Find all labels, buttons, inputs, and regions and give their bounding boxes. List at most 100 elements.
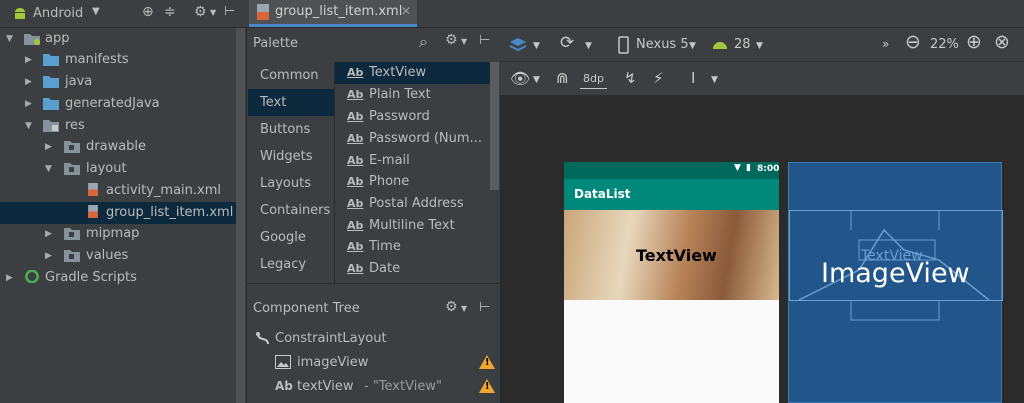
palette-widget-password[interactable]: Ab Password [335, 106, 490, 128]
autoconnect-icon[interactable]: ⋒ [556, 69, 569, 87]
zoom-in-icon[interactable]: ⊕ [966, 33, 982, 52]
tree-item-res[interactable]: ▼ res [0, 115, 240, 137]
palette-category-common[interactable]: Common [248, 62, 334, 89]
palette-widget-plain-text[interactable]: Ab Plain Text [335, 84, 490, 106]
tree-node-textview[interactable]: Ab textView - "TextView" ! [247, 376, 499, 398]
palette-widget-password-numeric[interactable]: Ab Password (Num... [335, 128, 490, 150]
tree-item-java[interactable]: ▶ java [0, 71, 240, 93]
tab-group-list-item[interactable]: group_list_item.xml ✕ [249, 0, 417, 27]
text-widget-icon: Ab [347, 240, 364, 253]
android-icon [15, 8, 25, 19]
tree-item-gradle-scripts[interactable]: ▶ Gradle Scripts [0, 267, 240, 289]
tree-item-mipmap[interactable]: ▶ mipmap [0, 223, 240, 245]
palette-category-text[interactable]: Text [248, 89, 334, 116]
palette-category-google[interactable]: Google [248, 224, 334, 251]
gear-icon[interactable]: ⚙ [445, 299, 458, 315]
chevron-down-icon[interactable]: ▼ [461, 37, 467, 46]
device-selector[interactable]: Nexus 5 [636, 36, 689, 54]
palette-widget-date[interactable]: Ab Date [335, 258, 490, 280]
chevron-right-icon[interactable]: ▶ [6, 267, 13, 289]
orientation-icon[interactable]: ⟳ [560, 34, 574, 52]
hide-panel-icon[interactable]: ⊢ [479, 300, 490, 315]
chevron-down-icon[interactable]: ▼ [533, 71, 540, 89]
target-icon[interactable]: ⊕ [142, 4, 154, 20]
palette-category-buttons[interactable]: Buttons [248, 116, 334, 143]
chevron-down-icon[interactable]: ▼ [210, 8, 216, 17]
tree-item-activity-main[interactable]: activity_main.xml [0, 180, 240, 202]
palette-widget-email[interactable]: Ab E-mail [335, 150, 490, 172]
xml-layout-icon [257, 4, 269, 20]
palette-widget-multiline-text[interactable]: Ab Multiline Text [335, 215, 490, 237]
text-widget-icon: Ab [347, 219, 364, 232]
image-view[interactable]: TextView [564, 210, 779, 300]
text-widget-icon: Ab [347, 132, 364, 145]
blueprint-imageview-label[interactable]: ImageView [821, 258, 970, 289]
chevron-down-icon[interactable]: ▼ [92, 6, 100, 17]
chevron-down-icon[interactable]: ▼ [756, 37, 763, 55]
chevron-right-icon[interactable]: ▶ [25, 49, 32, 71]
hide-panel-icon[interactable]: ⊢ [224, 4, 235, 19]
chevron-right-icon[interactable]: ▶ [45, 245, 52, 267]
tree-item-app[interactable]: ▼ app [0, 28, 240, 50]
warning-icon[interactable]: ! [479, 355, 495, 369]
palette-widget-time[interactable]: Ab Time [335, 236, 490, 258]
tree-item-generatedjava[interactable]: ▶ generatedJava [0, 93, 240, 115]
palette-widget-phone[interactable]: Ab Phone [335, 171, 490, 193]
tree-node-imageview[interactable]: imageView ! [247, 352, 499, 374]
constraint-toolbar: 👁 ▼ ⋒ 8dp ↯ ⚡ I ▼ [500, 62, 1024, 96]
palette-widget-textview[interactable]: Ab TextView [335, 62, 490, 84]
zoom-fit-icon[interactable]: ⊗ [994, 33, 1010, 52]
layers-icon[interactable] [509, 36, 527, 54]
project-view-selector[interactable]: Android [33, 6, 83, 21]
tree-item-drawable[interactable]: ▶ drawable [0, 136, 240, 158]
eye-icon[interactable]: 👁 [510, 70, 530, 88]
android-api-icon[interactable] [712, 38, 728, 50]
tree-node-constraintlayout[interactable]: ConstraintLayout [247, 328, 499, 350]
project-scrollbar[interactable] [236, 28, 245, 403]
palette-category-widgets[interactable]: Widgets [248, 143, 334, 170]
palette-scrollbar[interactable] [490, 62, 499, 190]
chevron-right-icon[interactable]: ▶ [25, 93, 32, 115]
chevron-right-icon[interactable]: ▶ [25, 71, 32, 93]
device-phone-icon[interactable] [618, 36, 629, 54]
gear-icon[interactable]: ⚙ [445, 32, 458, 48]
chevron-right-icon[interactable]: ▶ [45, 223, 52, 245]
more-actions-icon[interactable]: » [882, 35, 889, 53]
editor-tab-bar: group_list_item.xml ✕ [246, 0, 1024, 28]
warning-icon[interactable]: ! [479, 379, 495, 393]
blueprint-surface[interactable]: TextView ImageView [788, 162, 1003, 403]
api-level-selector[interactable]: 28 [734, 36, 751, 54]
chevron-down-icon[interactable]: ▼ [585, 37, 592, 55]
chevron-down-icon[interactable]: ▼ [689, 37, 696, 55]
zoom-out-icon[interactable]: ⊖ [905, 33, 921, 52]
chevron-down-icon[interactable]: ▼ [711, 71, 718, 89]
collapse-all-icon[interactable]: ≑ [164, 4, 176, 20]
clear-constraints-icon[interactable]: ↯ [624, 69, 637, 87]
default-margin-field[interactable]: 8dp [580, 70, 607, 89]
palette-category-containers[interactable]: Containers [248, 197, 334, 224]
chevron-down-icon[interactable]: ▼ [533, 37, 540, 55]
infer-constraints-icon[interactable]: ⚡ [653, 69, 664, 87]
tree-item-layout[interactable]: ▼ layout [0, 158, 240, 180]
tree-item-values[interactable]: ▶ values [0, 245, 240, 267]
chevron-down-icon[interactable]: ▼ [461, 304, 467, 313]
search-icon[interactable]: ⌕ [419, 32, 428, 52]
palette-widget-postal-address[interactable]: Ab Postal Address [335, 193, 490, 215]
gear-icon[interactable]: ⚙ [194, 4, 207, 20]
component-tree-panel: Component Tree ⚙ ▼ ⊢ ConstraintLayout im… [246, 283, 500, 403]
palette-category-legacy[interactable]: Legacy [248, 251, 334, 278]
palette-category-layouts[interactable]: Layouts [248, 170, 334, 197]
hide-panel-icon[interactable]: ⊢ [479, 33, 490, 48]
chevron-right-icon[interactable]: ▶ [45, 136, 52, 158]
gradle-icon [25, 270, 39, 283]
folder-icon [64, 250, 80, 262]
tree-item-manifests[interactable]: ▶ manifests [0, 49, 240, 71]
chevron-down-icon[interactable]: ▼ [6, 28, 13, 50]
tree-item-group-list-item[interactable]: group_list_item.xml [0, 202, 240, 224]
chevron-down-icon[interactable]: ▼ [25, 115, 32, 137]
close-icon[interactable]: ✕ [401, 4, 411, 18]
chevron-down-icon[interactable]: ▼ [45, 158, 52, 180]
guidelines-icon[interactable]: I [691, 69, 695, 87]
design-surface[interactable]: ▼ ▮ 8:00 DataList TextView [564, 162, 779, 403]
text-view-label[interactable]: TextView [636, 246, 717, 265]
